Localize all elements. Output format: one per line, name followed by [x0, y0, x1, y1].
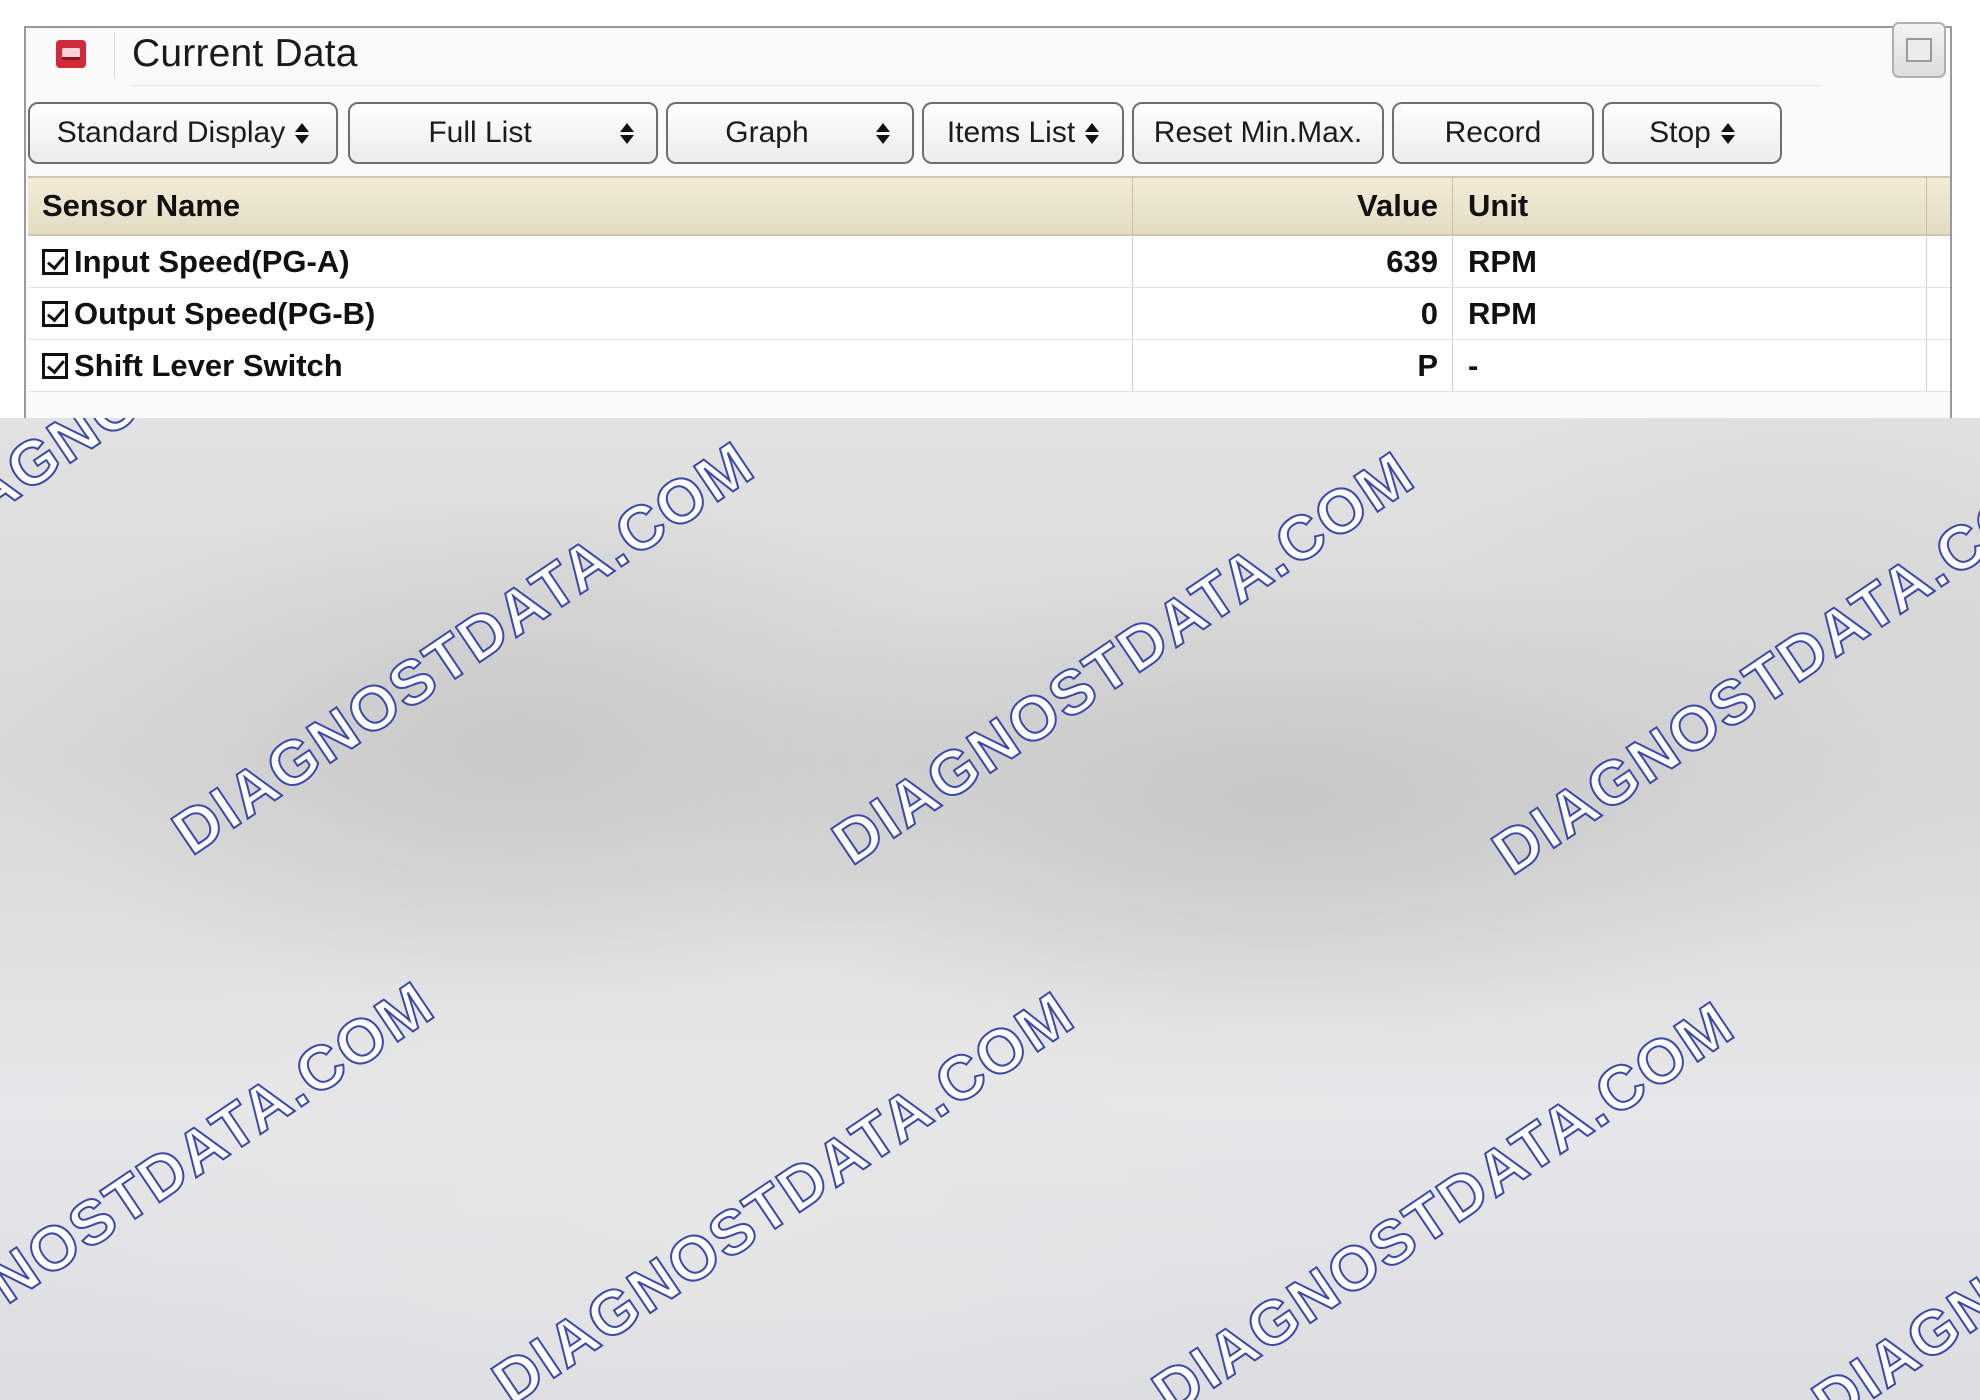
- table-row[interactable]: Input Speed(PG-A) 639 RPM: [28, 236, 1950, 288]
- title-separator: [114, 32, 115, 78]
- scanner-app-icon: [56, 40, 86, 68]
- table-header: Sensor Name Value Unit: [28, 176, 1950, 236]
- restore-window-button[interactable]: [1892, 22, 1946, 78]
- toolbar: Standard Display Full List Graph Items L…: [28, 102, 1788, 164]
- items-list-label: Items List: [946, 116, 1076, 149]
- sensor-value: 639: [1386, 243, 1438, 279]
- reset-min-max-label: Reset Min.Max.: [1153, 116, 1363, 149]
- window-title: Current Data: [132, 32, 358, 75]
- sensor-data-table: Sensor Name Value Unit Input Speed(PG-A)…: [28, 176, 1950, 392]
- watermark-text: DIAGNOSTDATA.COM: [480, 977, 1088, 1400]
- record-label: Record: [1444, 116, 1542, 149]
- restore-icon: [1906, 38, 1932, 62]
- sensor-name: Input Speed(PG-A): [74, 243, 350, 279]
- checkbox-checked-icon[interactable]: [42, 352, 68, 379]
- standard-display-dropdown[interactable]: Standard Display: [28, 102, 338, 164]
- checkbox-checked-icon[interactable]: [42, 300, 68, 327]
- reset-min-max-button[interactable]: Reset Min.Max.: [1132, 102, 1384, 164]
- header-sensor-name[interactable]: Sensor Name: [28, 178, 1132, 234]
- watermark-text: DIAGNOSTDATA.COM: [820, 437, 1428, 879]
- watermark-text: DIAGNOSTDATA.COM: [1800, 997, 1980, 1400]
- stop-dropdown[interactable]: Stop: [1602, 102, 1782, 164]
- sensor-unit: RPM: [1468, 243, 1537, 279]
- title-divider: [132, 85, 1820, 86]
- full-list-dropdown[interactable]: Full List: [348, 102, 658, 164]
- updown-arrows-icon: [620, 122, 634, 144]
- sensor-value: P: [1417, 347, 1438, 383]
- updown-arrows-icon: [295, 122, 310, 144]
- watermark-text: DIAGNOSTDATA.COM: [160, 427, 768, 869]
- watermark-text: DIAGNOSTDATA.COM: [0, 967, 448, 1400]
- updown-arrows-icon: [1720, 122, 1735, 144]
- standard-display-label: Standard Display: [56, 116, 286, 149]
- header-value[interactable]: Value: [1132, 178, 1452, 234]
- graph-label: Graph: [725, 116, 809, 149]
- sensor-unit: RPM: [1468, 295, 1537, 331]
- stop-label: Stop: [1649, 116, 1711, 149]
- sensor-unit: -: [1468, 347, 1479, 383]
- table-row[interactable]: Output Speed(PG-B) 0 RPM: [28, 288, 1950, 340]
- watermark-text: DIAGNOSTDATA.COM: [1140, 987, 1748, 1400]
- sensor-value: 0: [1420, 295, 1438, 331]
- graph-dropdown[interactable]: Graph: [666, 102, 914, 164]
- header-unit[interactable]: Unit: [1452, 178, 1926, 234]
- checkbox-checked-icon[interactable]: [42, 248, 68, 275]
- current-data-panel: Current Data Standard Display Full List …: [24, 22, 1952, 446]
- sensor-name-cell: Input Speed(PG-A): [28, 236, 1132, 287]
- items-list-dropdown[interactable]: Items List: [922, 102, 1124, 164]
- watermark-text: DIAGNOSTDATA.COM: [1480, 447, 1980, 889]
- updown-arrows-icon: [876, 122, 890, 144]
- sensor-name-cell: Output Speed(PG-B): [28, 288, 1132, 339]
- blurred-backdrop: DIAGNOSTDATA.COM DIAGNOSTDATA.COM DIAGNO…: [0, 418, 1980, 1400]
- full-list-label: Full List: [428, 116, 532, 149]
- sensor-name: Output Speed(PG-B): [74, 295, 376, 331]
- table-row[interactable]: Shift Lever Switch P -: [28, 340, 1950, 392]
- sensor-name: Shift Lever Switch: [74, 347, 343, 383]
- record-button[interactable]: Record: [1392, 102, 1594, 164]
- title-bar: Current Data: [26, 22, 1950, 80]
- watermark-text: DIAGNOSTDATA.COM: [0, 418, 508, 569]
- sensor-name-cell: Shift Lever Switch: [28, 340, 1132, 391]
- updown-arrows-icon: [1085, 122, 1100, 144]
